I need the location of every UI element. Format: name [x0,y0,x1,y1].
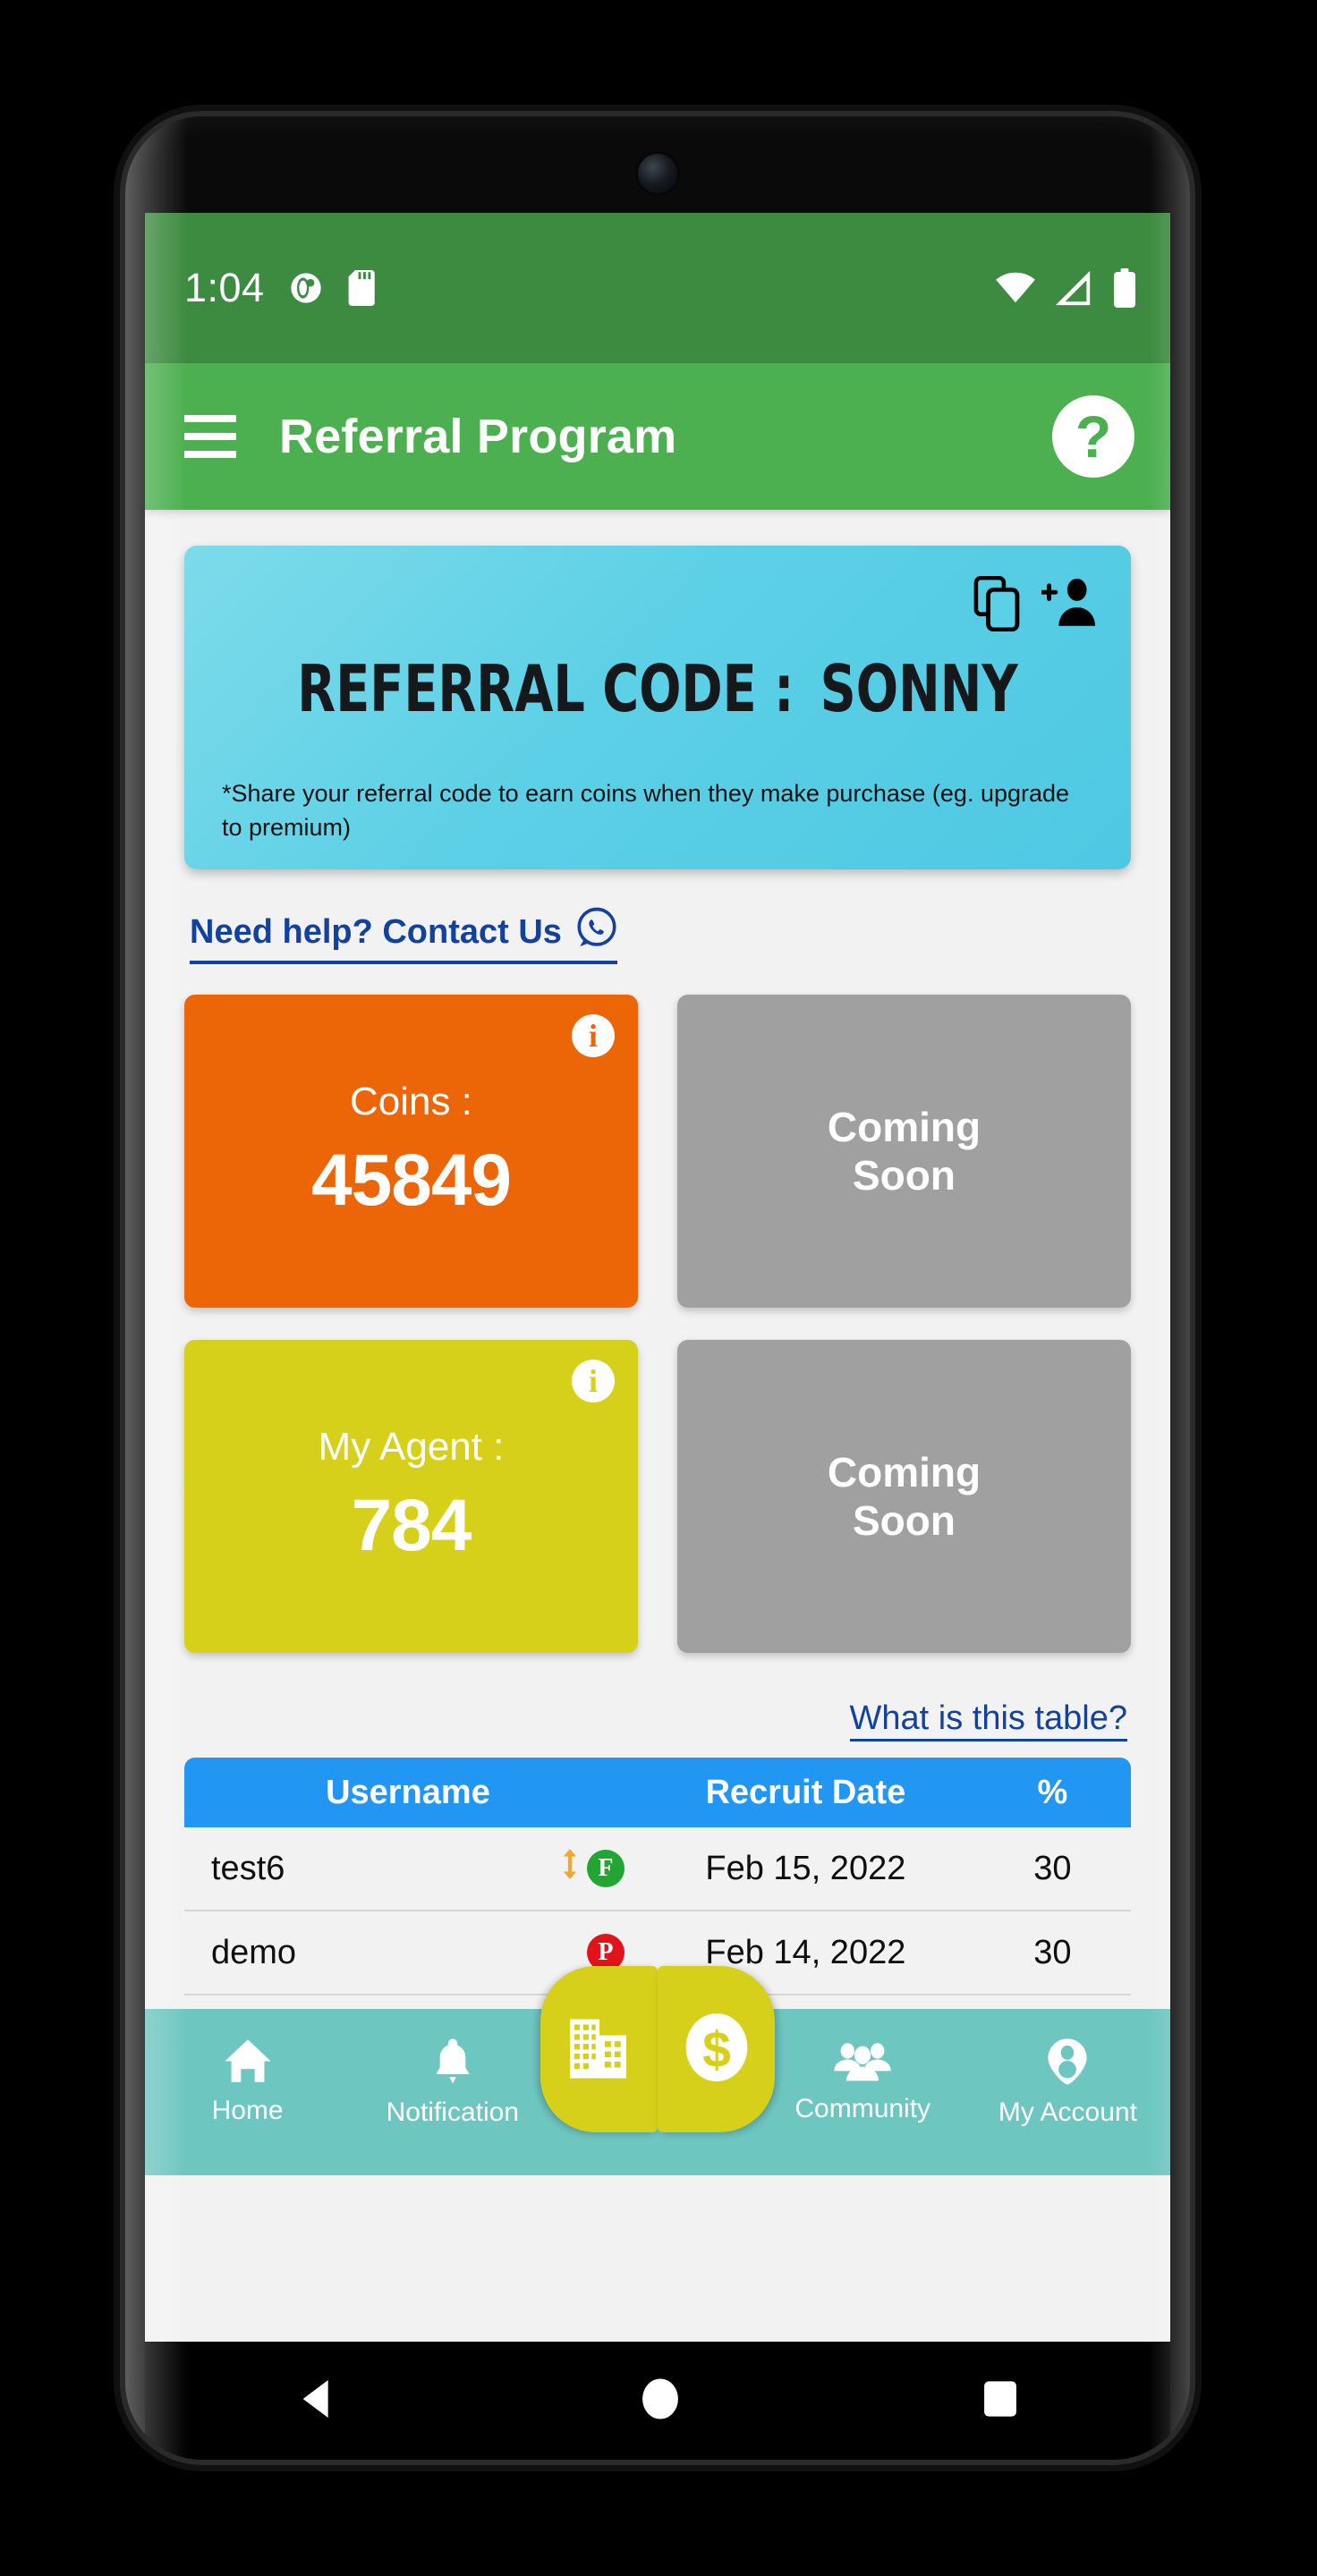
people-group-icon [833,2038,892,2087]
bell-icon [431,2038,474,2090]
status-clock: 1:04 [184,265,265,310]
svg-text:$: $ [702,2022,731,2079]
hamburger-line [184,433,236,440]
column-header-username: Username [326,1773,490,1811]
triangle-back-icon[interactable] [293,2374,343,2428]
front-camera [638,154,677,193]
info-icon[interactable]: i [572,1360,615,1402]
referral-note: *Share your referral code to earn coins … [222,780,1070,842]
info-icon[interactable]: i [572,1014,615,1057]
badge-free: F [586,1850,625,1887]
stat-card-coming-soon-2: Coming Soon [677,1340,1131,1653]
upgrade-arrow-icon [558,1847,582,1890]
whatsapp-icon [576,907,617,957]
stat-card-coins[interactable]: i Coins : 45849 [184,995,638,1308]
username-text: demo [211,1933,297,1971]
stat-card-coming-soon-1: Coming Soon [677,995,1131,1308]
card-action-icons [973,575,1095,636]
fab-building-button[interactable] [540,1966,658,2132]
table-header: Username Recruit Date % [184,1758,1131,1827]
home-icon [223,2038,273,2089]
stat-card-my-agent[interactable]: i My Agent : 784 [184,1340,638,1653]
nav-label-my-account: My Account [998,2097,1137,2127]
contact-us-label: Need help? Contact Us [190,912,562,951]
sd-card-icon [347,270,379,306]
column-header-recruit-date: Recruit Date [705,1773,906,1811]
building-icon [567,2013,632,2086]
referral-code-card: REFERRAL CODE : SONNY *Share your referra… [184,546,1131,869]
stat-value-coins: 45849 [310,1140,512,1221]
nav-item-home[interactable]: Home [145,2038,350,2126]
stat-label-my-agent: My Agent : [318,1425,505,1469]
add-person-icon[interactable] [1040,576,1095,632]
coming-soon-line1: Coming [827,1103,981,1150]
coming-soon-line1: Coming [827,1448,981,1496]
phone-screen: 1:04 Referral Program ? REFERRAL CODE: … [145,213,1170,2342]
column-header-percent: % [1037,1773,1068,1811]
square-recents-icon[interactable] [978,2377,1023,2426]
android-system-nav [145,2342,1170,2460]
row-badges: F [558,1847,625,1890]
referral-table: Username Recruit Date % test6 F Feb 15, … [184,1758,1131,1996]
cell-recruit-date: Feb 15, 2022 [705,1849,906,1887]
status-bar-left: 1:04 [184,265,379,311]
bottom-navigation-bar: Home Notification Community My Account $ [145,1966,1170,2175]
hamburger-line [184,415,236,422]
app-bar: Referral Program ? [145,363,1170,510]
hamburger-line [184,451,236,458]
nav-label-notification: Notification [386,2097,519,2127]
table-row[interactable]: test6 F Feb 15, 2022 30 [184,1827,1131,1911]
main-content: REFERRAL CODE : SONNY *Share your referra… [145,510,1170,2175]
nav-item-community[interactable]: Community [760,2038,965,2124]
username-text: test6 [211,1849,285,1887]
nav-item-my-account[interactable]: My Account [965,2038,1170,2128]
center-fab-group: $ [540,1966,775,2132]
fab-money-button[interactable]: $ [658,1966,775,2132]
stats-grid: i Coins : 45849 Coming Soon i My Agent :… [184,995,1131,1653]
referral-code-line: REFERRAL CODE : SONNY [251,651,1065,726]
status-bar-right [995,268,1136,308]
coming-soon-text-1: Coming Soon [828,1103,981,1200]
nav-label-community: Community [794,2094,931,2123]
stat-value-my-agent: 784 [351,1485,472,1566]
hamburger-menu-icon[interactable] [184,415,236,458]
referral-code-value: SONNY [820,651,1018,726]
circle-home-icon[interactable] [637,2376,684,2427]
info-glyph: i [588,1363,598,1399]
nav-item-notification[interactable]: Notification [350,2038,555,2128]
coming-soon-text-2: Coming Soon [828,1448,981,1546]
page-title: Referral Program [279,410,677,463]
copy-icon[interactable] [973,575,1022,636]
battery-icon [1113,268,1136,308]
what-is-this-table-link[interactable]: What is this table? [145,1699,1127,1741]
info-glyph: i [588,1018,598,1054]
cell-percent: 30 [1033,1933,1072,1971]
cell-username: test6 F [184,1847,637,1890]
contact-us-link[interactable]: Need help? Contact Us [190,907,617,964]
wifi-icon [995,272,1036,304]
account-person-icon [1046,2038,1089,2090]
help-icon[interactable]: ? [1052,395,1134,478]
coming-soon-line2: Soon [853,1497,956,1544]
phone-frame: 1:04 Referral Program ? REFERRAL CODE: … [125,116,1190,2460]
cell-percent: 30 [1033,1849,1072,1887]
notification-dot-icon [288,270,324,306]
coming-soon-line2: Soon [853,1152,956,1199]
cellular-signal-icon [1056,270,1093,306]
nav-label-home: Home [211,2096,284,2125]
status-bar: 1:04 [145,213,1170,363]
what-is-this-table-label: What is this table? [849,1699,1127,1741]
stat-label-coins: Coins : [350,1080,472,1123]
referral-code-label: REFERRAL CODE : [297,651,794,726]
dollar-coin-icon: $ [683,2012,751,2088]
